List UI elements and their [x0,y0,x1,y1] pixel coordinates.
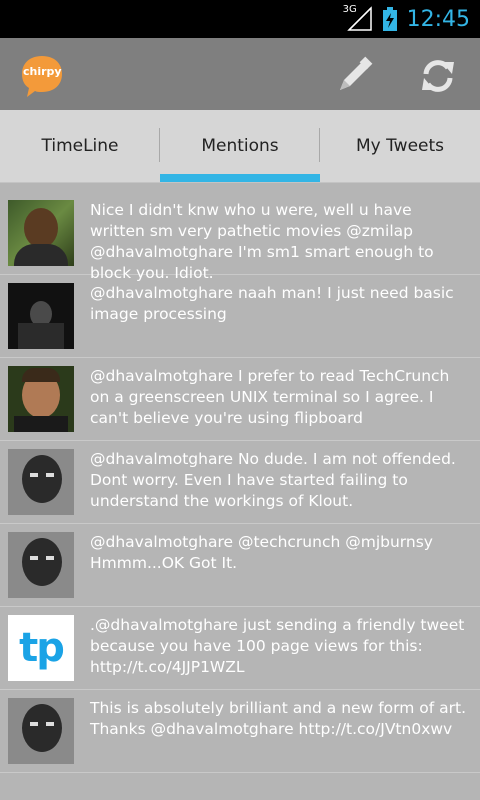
compose-button[interactable] [332,54,376,98]
tweet-text: @dhavalmotghare naah man! I just need ba… [90,284,454,323]
refresh-icon [422,60,454,92]
tab-my-tweets-label: My Tweets [355,136,445,156]
tweet-text: Nice I didn't knw who u were, well u hav… [90,201,434,282]
tab-mentions-label: Mentions [201,136,279,156]
tweet-text: @dhavalmotghare I prefer to read TechCru… [90,367,450,427]
tweet-row[interactable]: @dhavalmotghare @techcrunch @mjburnsy Hm… [0,524,480,607]
pencil-icon [340,56,373,90]
tab-mentions[interactable]: Mentions [160,110,320,182]
tweet-row[interactable]: @dhavalmotghare No dude. I am not offend… [0,441,480,524]
refresh-button[interactable] [416,54,460,98]
status-bar: 3G 12:45 [0,0,480,38]
logo-text: chirpy [23,65,62,78]
tab-bar: TimeLine Mentions My Tweets [0,110,480,183]
action-bar: chirpy [0,38,480,110]
battery-icon [382,7,397,31]
signal-icon [346,6,372,31]
tab-selected-indicator [160,174,320,182]
avatar[interactable] [8,366,74,432]
avatar[interactable] [8,200,74,266]
tweet-text: .@dhavalmotghare just sending a friendly… [90,616,465,676]
avatar[interactable] [8,283,74,349]
avatar[interactable] [8,698,74,764]
tweet-row[interactable]: @dhavalmotghare naah man! I just need ba… [0,275,480,358]
tab-my-tweets[interactable]: My Tweets [320,110,480,182]
tweet-text: @dhavalmotghare @techcrunch @mjburnsy Hm… [90,533,433,572]
avatar-logo-text: tp [19,625,65,671]
avatar[interactable] [8,449,74,515]
tab-timeline[interactable]: TimeLine [0,110,160,182]
tweet-row[interactable]: tp .@dhavalmotghare just sending a frien… [0,607,480,690]
clock: 12:45 [406,6,470,32]
avatar[interactable]: tp [8,615,74,681]
tweet-list[interactable]: Nice I didn't knw who u were, well u hav… [0,183,480,773]
tweet-row[interactable]: This is absolutely brilliant and a new f… [0,690,480,773]
tweet-text: This is absolutely brilliant and a new f… [90,699,467,738]
tweet-text: @dhavalmotghare No dude. I am not offend… [90,450,456,510]
tweet-row[interactable]: @dhavalmotghare I prefer to read TechCru… [0,358,480,441]
tab-timeline-label: TimeLine [41,136,119,156]
chirpy-logo-icon[interactable]: chirpy [18,52,66,100]
tweet-row[interactable]: Nice I didn't knw who u were, well u hav… [0,192,480,282]
network-indicator: 3G [343,4,373,32]
avatar[interactable] [8,532,74,598]
